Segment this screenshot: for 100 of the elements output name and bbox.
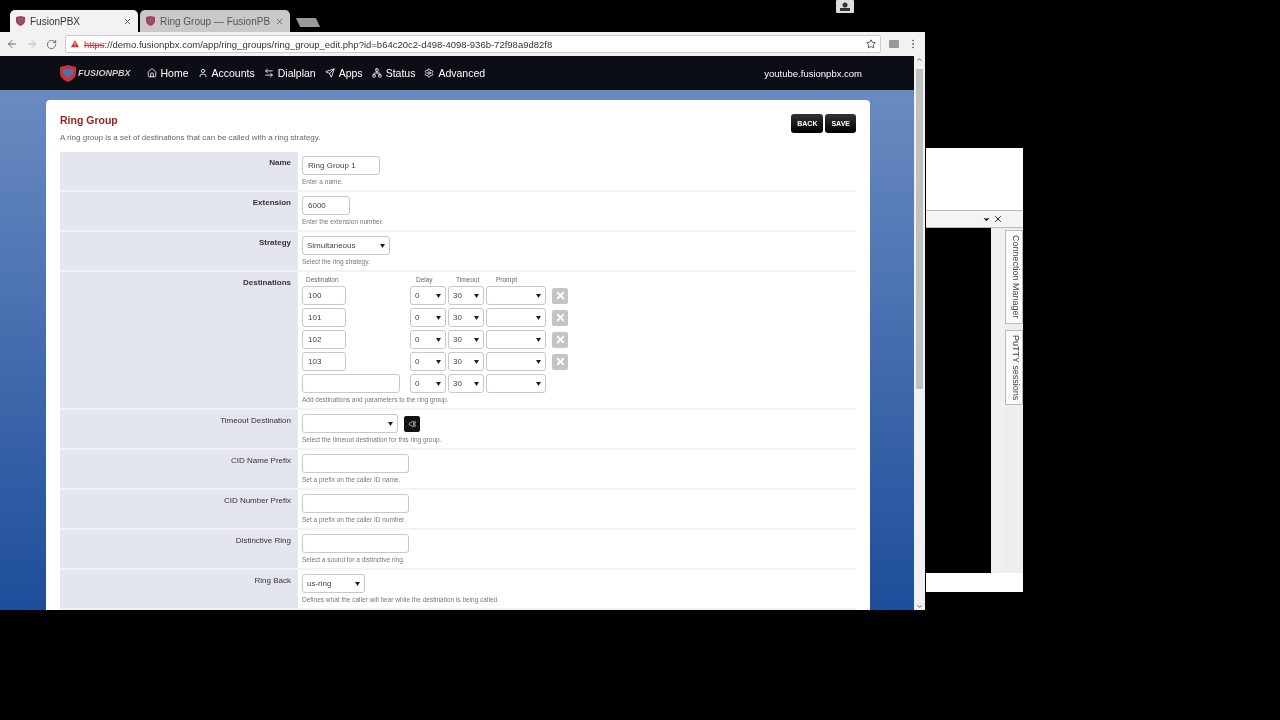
select-field[interactable]: us-ring	[302, 574, 365, 593]
select-field[interactable]: 30	[448, 308, 484, 327]
field-label: Destinations	[60, 272, 298, 408]
nav-link[interactable]: Accounts	[197, 67, 255, 79]
destination-field[interactable]: 101	[302, 308, 346, 327]
text-field[interactable]	[302, 454, 409, 473]
side-tab[interactable]: Connection Manager	[1005, 230, 1023, 324]
sitemap-icon	[371, 68, 382, 78]
field-label: Name	[60, 152, 298, 190]
select-field[interactable]	[302, 414, 398, 433]
caret-icon	[536, 315, 541, 320]
select-field[interactable]: 0	[410, 374, 446, 393]
logo-text: FUSIONPBX	[78, 68, 131, 78]
caret-icon	[536, 359, 541, 364]
text-field[interactable]: Ring Group 1	[302, 156, 380, 175]
side-tab[interactable]: PuTTY sessions	[1005, 329, 1023, 405]
user-icon[interactable]	[836, 0, 854, 13]
caret-icon	[474, 315, 479, 320]
select-field[interactable]	[486, 352, 546, 371]
page-description: A ring group is a set of destinations that can be called with a ring strategy.	[60, 133, 321, 142]
field-label: Ring Back	[60, 570, 298, 608]
delete-button[interactable]	[552, 331, 568, 348]
shield-icon	[60, 64, 76, 82]
caret-icon	[436, 337, 441, 342]
field-label: CID Name Prefix	[60, 450, 298, 488]
close-icon	[554, 312, 566, 323]
caret-icon	[536, 381, 541, 386]
destination-field[interactable]: 102	[302, 330, 346, 349]
home-icon	[146, 68, 157, 78]
field-label: Strategy	[60, 232, 298, 270]
nav-link[interactable]: Advanced	[424, 67, 486, 79]
caret-icon	[436, 381, 441, 386]
caret-icon	[474, 337, 479, 342]
back-icon[interactable]	[6, 38, 18, 50]
caret-icon	[355, 581, 360, 586]
delete-button[interactable]	[552, 287, 568, 304]
scroll-up-icon[interactable]	[916, 56, 923, 63]
browser-tab[interactable]: Ring Group — FusionPB	[140, 10, 291, 32]
close-icon	[554, 356, 566, 367]
close-icon[interactable]	[993, 214, 1003, 224]
nav-link[interactable]: Status	[371, 67, 416, 79]
caret-icon	[474, 381, 479, 386]
extension-icon[interactable]	[889, 40, 899, 48]
destination-field[interactable]	[302, 374, 400, 393]
select-field[interactable]	[486, 286, 546, 305]
scroll-down-icon[interactable]	[916, 603, 923, 610]
caret-icon	[380, 243, 385, 248]
site-name: youtube.fusionpbx.com	[764, 67, 862, 79]
url-text: https://demo.fusionpbx.com/app/ring_groups/ring_group_edit.php?id=b64c20c2-d498-4098-936b-72f98a9d82f8	[84, 38, 553, 50]
star-icon[interactable]	[866, 39, 876, 49]
scrollbar[interactable]	[914, 56, 925, 610]
text-field[interactable]	[302, 494, 409, 513]
text-field[interactable]: 6000	[302, 196, 350, 215]
select-field[interactable]: 30	[448, 330, 484, 349]
select-field[interactable]	[486, 308, 546, 327]
paper-plane-icon	[324, 68, 335, 78]
arrows-icon	[263, 68, 274, 78]
delete-button[interactable]	[552, 353, 568, 370]
browser-tab[interactable]: FusionPBX	[10, 10, 138, 32]
caret-icon	[474, 293, 479, 298]
destination-field[interactable]: 103	[302, 352, 346, 371]
caret-icon	[474, 359, 479, 364]
field-label: Extension	[60, 192, 298, 230]
field-label: Distinctive Ring	[60, 530, 298, 568]
text-field[interactable]	[302, 534, 409, 553]
nav-link[interactable]: Home	[146, 67, 189, 79]
page-title: Ring Group	[60, 114, 119, 126]
select-field[interactable]: 30	[448, 352, 484, 371]
select-field[interactable]: 30	[448, 286, 484, 305]
address-bar[interactable]: https://demo.fusionpbx.com/app/ring_groups/ring_group_edit.php?id=b64c20c2-d498-4098-936b-72f98a9d82f8	[65, 35, 881, 53]
destination-field[interactable]: 100	[302, 286, 346, 305]
shield-icon	[146, 16, 155, 26]
field-label: Timeout Destination	[60, 410, 298, 448]
nav-link[interactable]: Dialplan	[263, 67, 316, 79]
settings-icon	[424, 68, 435, 78]
field-label: CID Number Prefix	[60, 490, 298, 528]
select-field[interactable]: Simultaneous	[302, 236, 390, 255]
select-field[interactable]: 0	[410, 308, 446, 327]
new-tab-button[interactable]	[295, 18, 321, 27]
select-field[interactable]	[486, 330, 546, 349]
scrollbar[interactable]	[991, 228, 1005, 573]
select-field[interactable]: 0	[410, 330, 446, 349]
select-field[interactable]: 30	[448, 374, 484, 393]
select-field[interactable]	[486, 374, 546, 393]
delete-button[interactable]	[552, 309, 568, 326]
caret-icon	[436, 293, 441, 298]
caret-icon	[536, 337, 541, 342]
caret-icon	[436, 359, 441, 364]
caret-icon	[436, 315, 441, 320]
shield-icon	[16, 16, 25, 26]
caret-icon	[388, 421, 393, 426]
back-arrow-icon	[408, 419, 416, 428]
close-icon	[554, 290, 566, 301]
reload-icon[interactable]	[46, 38, 57, 50]
select-field[interactable]: 0	[410, 352, 446, 371]
select-button[interactable]	[404, 415, 420, 432]
nav-link[interactable]: Apps	[324, 67, 363, 79]
select-field[interactable]: 0	[410, 286, 446, 305]
close-icon	[554, 334, 566, 345]
forward-icon[interactable]	[26, 38, 38, 50]
